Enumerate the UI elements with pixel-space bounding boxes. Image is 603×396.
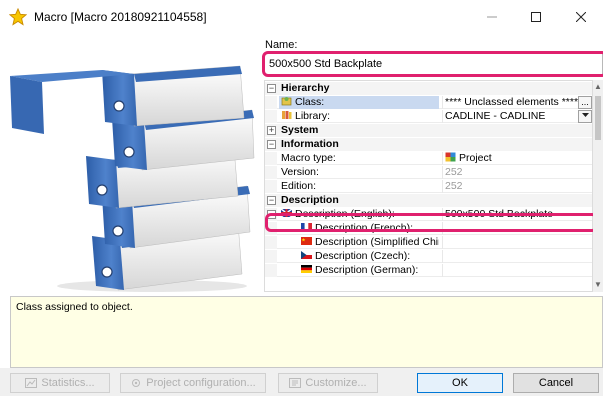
ok-button[interactable]: OK xyxy=(417,373,503,393)
class-value[interactable]: **** Unclassed elements **** ... xyxy=(442,96,592,109)
collapse-icon[interactable]: − xyxy=(267,196,276,205)
category-description[interactable]: − Description xyxy=(265,194,592,207)
minimize-icon xyxy=(487,16,497,18)
scroll-thumb[interactable] xyxy=(595,96,601,140)
button-bar: Statistics... Project configuration... C… xyxy=(0,368,603,396)
library-dropdown-button[interactable] xyxy=(578,110,592,123)
flag-english-icon xyxy=(281,208,292,218)
property-row-version: Version: 252 xyxy=(265,166,592,179)
maximize-icon xyxy=(531,12,541,22)
property-row-edition: Edition: 252 xyxy=(265,180,592,193)
flag-german-icon xyxy=(301,265,312,273)
collapse-icon[interactable]: − xyxy=(267,210,276,219)
name-label: Name: xyxy=(265,39,298,51)
close-button[interactable] xyxy=(559,0,603,34)
flag-chinese-icon xyxy=(301,237,312,245)
library-icon xyxy=(282,111,292,119)
property-row-macro-type[interactable]: Macro type: Project xyxy=(265,152,592,165)
expand-icon[interactable]: + xyxy=(267,126,276,135)
property-row-library[interactable]: Library: CADLINE - CADLINE xyxy=(265,110,592,123)
property-grid[interactable]: − Hierarchy Class: **** Unclassed elemen… xyxy=(264,80,593,292)
star-icon xyxy=(9,8,27,26)
collapse-icon[interactable]: − xyxy=(267,84,276,93)
property-row-description-french[interactable]: Description (French): xyxy=(265,222,592,235)
scroll-down-icon[interactable]: ▼ xyxy=(593,280,603,290)
info-text: Class assigned to object. xyxy=(16,301,133,313)
maximize-button[interactable] xyxy=(514,0,558,34)
category-system[interactable]: + System xyxy=(265,124,592,137)
statistics-button[interactable]: Statistics... xyxy=(10,373,110,393)
window-title: Macro [Macro 20180921104558] xyxy=(34,10,207,24)
configuration-icon xyxy=(132,379,141,387)
name-input[interactable]: 500x500 Std Backplate xyxy=(264,53,603,75)
customize-icon xyxy=(289,378,302,388)
category-information[interactable]: − Information xyxy=(265,138,592,151)
minimize-button[interactable] xyxy=(470,0,514,34)
close-icon xyxy=(576,12,586,22)
chart-icon xyxy=(25,378,38,388)
binders-illustration xyxy=(10,65,255,292)
class-icon xyxy=(281,97,292,106)
library-value[interactable]: CADLINE - CADLINE xyxy=(442,110,592,123)
property-row-class[interactable]: Class: **** Unclassed elements **** ... xyxy=(265,96,592,109)
scroll-up-icon[interactable]: ▲ xyxy=(593,82,603,92)
project-configuration-button[interactable]: Project configuration... xyxy=(120,373,266,393)
project-icon xyxy=(445,152,456,162)
property-row-description-german[interactable]: Description (German): xyxy=(265,264,592,277)
property-row-description-czech[interactable]: Description (Czech): xyxy=(265,250,592,263)
property-row-description-english[interactable]: − Description (English): 500x500 Std Bac… xyxy=(265,208,592,221)
flag-czech-icon xyxy=(301,251,312,259)
title-bar: Macro [Macro 20180921104558] xyxy=(0,0,603,34)
collapse-icon[interactable]: − xyxy=(267,140,276,149)
macro-type-value: Project xyxy=(442,152,592,165)
property-row-description-chinese[interactable]: Description (Simplified Chinese xyxy=(265,236,592,249)
macro-preview-image xyxy=(2,36,261,293)
flag-french-icon xyxy=(301,223,312,231)
class-browse-button[interactable]: ... xyxy=(578,96,592,109)
property-grid-scrollbar[interactable]: ▲ ▼ xyxy=(593,80,603,292)
chevron-down-icon xyxy=(581,113,589,117)
customize-button[interactable]: Customize... xyxy=(278,373,378,393)
category-hierarchy[interactable]: − Hierarchy xyxy=(265,82,592,95)
info-panel: Class assigned to object. xyxy=(10,296,603,368)
cancel-button[interactable]: Cancel xyxy=(513,373,599,393)
